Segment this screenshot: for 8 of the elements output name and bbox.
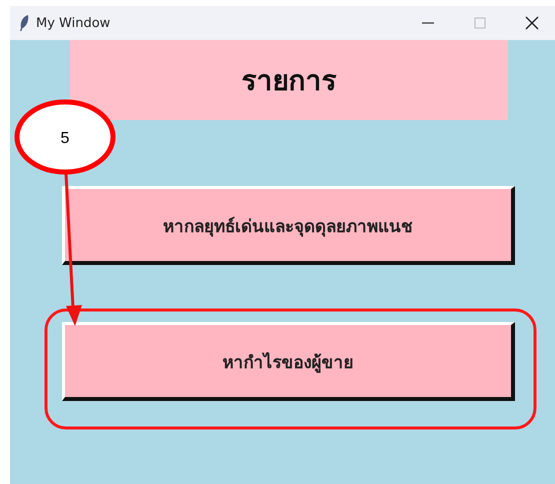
callout-number: 5	[60, 130, 70, 147]
feather-icon	[18, 14, 30, 32]
close-icon	[524, 15, 540, 31]
heading-label: รายการ	[70, 40, 508, 120]
window-title: My Window	[36, 16, 110, 30]
maximize-icon	[473, 16, 487, 30]
action-button[interactable]: หากำไรของผู้ขาย	[62, 322, 515, 401]
action-button[interactable]: หากลยุทธ์เด่นและจุดดุลยภาพแนช	[62, 186, 515, 265]
